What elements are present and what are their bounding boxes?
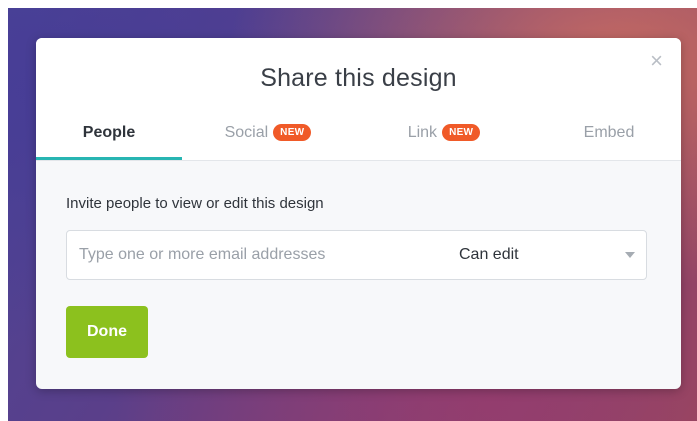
tab-embed-label: Embed: [583, 124, 635, 141]
tab-people-label: People: [82, 124, 136, 141]
share-dialog: × Share this design People Social NEW Li…: [36, 38, 681, 389]
dialog-body: Invite people to view or edit this desig…: [36, 161, 681, 389]
tab-link-label: Link: [407, 124, 438, 141]
tab-embed[interactable]: Embed: [564, 120, 654, 160]
new-badge: NEW: [442, 124, 481, 141]
invite-label: Invite people to view or edit this desig…: [66, 195, 324, 212]
tab-social-label: Social: [224, 124, 269, 141]
invite-input-group: Can edit: [66, 230, 647, 280]
tab-social[interactable]: Social NEW: [208, 120, 328, 160]
tab-link[interactable]: Link NEW: [394, 120, 494, 160]
permission-value: Can edit: [459, 246, 519, 263]
done-button[interactable]: Done: [66, 306, 148, 358]
dialog-title: Share this design: [260, 64, 457, 92]
new-badge: NEW: [273, 124, 312, 141]
chevron-down-icon: [625, 252, 635, 258]
permission-dropdown[interactable]: Can edit: [459, 231, 647, 279]
share-tabs: People Social NEW Link NEW Embed: [36, 120, 681, 160]
dialog-header: × Share this design People Social NEW Li…: [36, 38, 681, 161]
tab-people[interactable]: People: [36, 120, 182, 160]
email-input[interactable]: [67, 231, 447, 279]
